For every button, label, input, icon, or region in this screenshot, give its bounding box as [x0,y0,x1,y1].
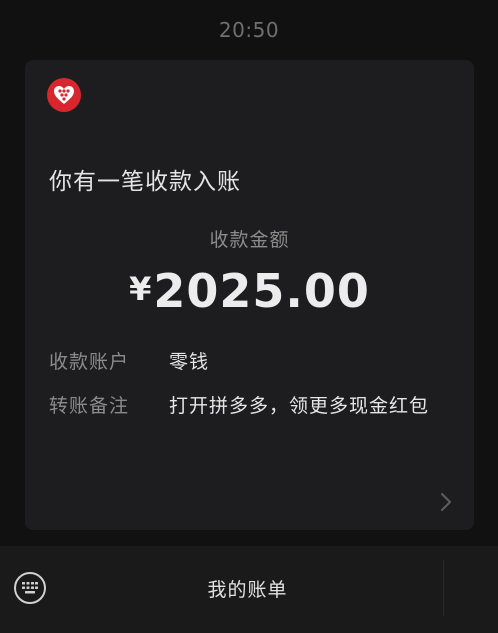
amount-value: 2025.00 [153,264,370,318]
transfer-note-row: 转账备注 打开拼多多，领更多现金红包 [49,392,449,420]
keyboard-icon[interactable] [14,572,46,604]
amount-label: 收款金额 [209,229,290,251]
card-title: 你有一笔收款入账 [49,169,241,195]
receiving-account-row: 收款账户 零钱 [49,348,449,376]
amount-display: ¥2025.00 [25,264,474,318]
payment-notification-card[interactable]: 你有一笔收款入账 收款金额 ¥2025.00 收款账户 零钱 转账备注 打开拼多… [25,60,474,530]
pinduoduo-logo-icon [47,78,81,112]
chevron-right-icon[interactable] [440,492,452,512]
currency-symbol: ¥ [129,270,152,308]
row-value: 零钱 [169,351,210,373]
bottom-menu-bar: 我的账单 [0,546,498,633]
row-value: 打开拼多多，领更多现金红包 [169,395,430,417]
row-label: 收款账户 [49,351,130,373]
status-time: 20:50 [218,18,280,42]
row-label: 转账备注 [49,395,130,417]
my-bill-menu-button[interactable]: 我的账单 [52,560,444,616]
